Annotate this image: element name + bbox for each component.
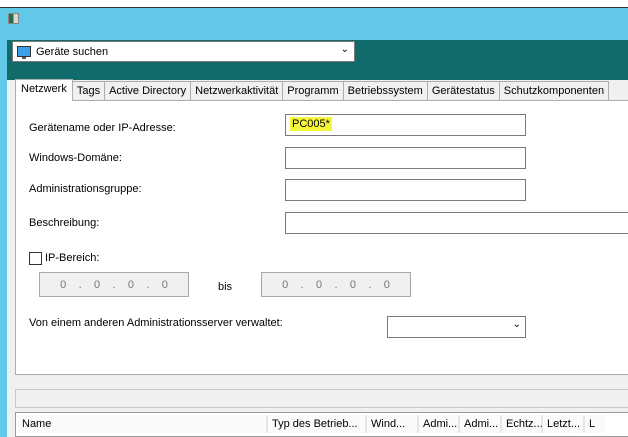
column-header[interactable]: Name xyxy=(18,415,268,433)
ip-octet: 0 xyxy=(94,278,101,291)
domain-input[interactable] xyxy=(285,147,526,169)
ip-from-input[interactable]: 0. 0. 0. 0 xyxy=(39,272,189,297)
background-window-strip xyxy=(0,0,628,8)
ip-octet: 0 xyxy=(383,278,390,291)
chevron-down-icon: ⌄ xyxy=(340,44,349,55)
ip-dot: . xyxy=(368,278,372,291)
ip-octet: 0 xyxy=(127,278,134,291)
tab-netzwerkaktivitaet[interactable]: Netzwerkaktivität xyxy=(191,81,284,101)
column-header[interactable]: Wind... xyxy=(367,415,419,433)
results-list: Name Typ des Betrieb... Wind... Admi... … xyxy=(15,412,628,437)
ip-dot: . xyxy=(112,278,116,291)
status-bar xyxy=(15,389,628,408)
tab-betriebssystem[interactable]: Betriebssystem xyxy=(343,81,428,101)
column-header[interactable]: Admi... xyxy=(460,415,502,433)
ip-octet: 0 xyxy=(282,278,289,291)
tab-panel-netzwerk xyxy=(15,100,628,375)
ip-range-checkbox[interactable] xyxy=(29,252,42,265)
column-header[interactable]: Echtz... xyxy=(502,415,543,433)
device-search-select[interactable]: Geräte suchen ⌄ xyxy=(12,41,355,62)
column-header[interactable]: Letzt... xyxy=(543,415,585,433)
ip-dot: . xyxy=(334,278,338,291)
column-header[interactable]: Admi... xyxy=(419,415,460,433)
ip-range-label: IP-Bereich: xyxy=(45,252,100,264)
column-header[interactable]: L xyxy=(585,415,605,433)
tab-netzwerk[interactable]: Netzwerk xyxy=(15,79,73,101)
ip-octet: 0 xyxy=(316,278,323,291)
ip-to-input[interactable]: 0. 0. 0. 0 xyxy=(261,272,411,297)
device-name-value: PC005* xyxy=(290,117,332,131)
group-label: Administrationsgruppe: xyxy=(29,183,142,195)
tab-schutzkomponenten[interactable]: Schutzkomponenten xyxy=(499,81,610,101)
tab-bar: Netzwerk Tags Active Directory Netzwerka… xyxy=(15,79,628,101)
to-label: bis xyxy=(218,281,233,293)
app-icon xyxy=(8,13,19,24)
description-input[interactable] xyxy=(285,212,628,234)
device-name-label: Gerätename oder IP-Adresse: xyxy=(29,122,176,134)
ip-octet: 0 xyxy=(60,278,67,291)
monitor-icon xyxy=(17,46,31,59)
list-header: Name Typ des Betrieb... Wind... Admi... … xyxy=(18,415,605,433)
ip-dot: . xyxy=(146,278,150,291)
group-input[interactable] xyxy=(285,179,526,201)
chevron-down-icon: ⌄ xyxy=(512,319,521,330)
domain-label: Windows-Domäne: xyxy=(29,152,122,164)
tab-tags[interactable]: Tags xyxy=(72,81,106,101)
tab-geraetestatus[interactable]: Gerätestatus xyxy=(427,81,500,101)
ip-octet: 0 xyxy=(349,278,356,291)
ip-dot: . xyxy=(78,278,82,291)
tab-programm[interactable]: Programm xyxy=(283,81,344,101)
description-label: Beschreibung: xyxy=(29,217,100,229)
column-header[interactable]: Typ des Betrieb... xyxy=(268,415,367,433)
tab-active-directory[interactable]: Active Directory xyxy=(105,81,192,101)
device-name-input[interactable]: PC005* xyxy=(285,114,526,136)
ip-octet: 0 xyxy=(161,278,168,291)
managed-select[interactable]: ⌄ xyxy=(387,316,526,338)
device-search-label: Geräte suchen xyxy=(36,45,109,58)
ip-dot: . xyxy=(300,278,304,291)
managed-label: Von einem anderen Administrationsserver … xyxy=(29,317,283,329)
